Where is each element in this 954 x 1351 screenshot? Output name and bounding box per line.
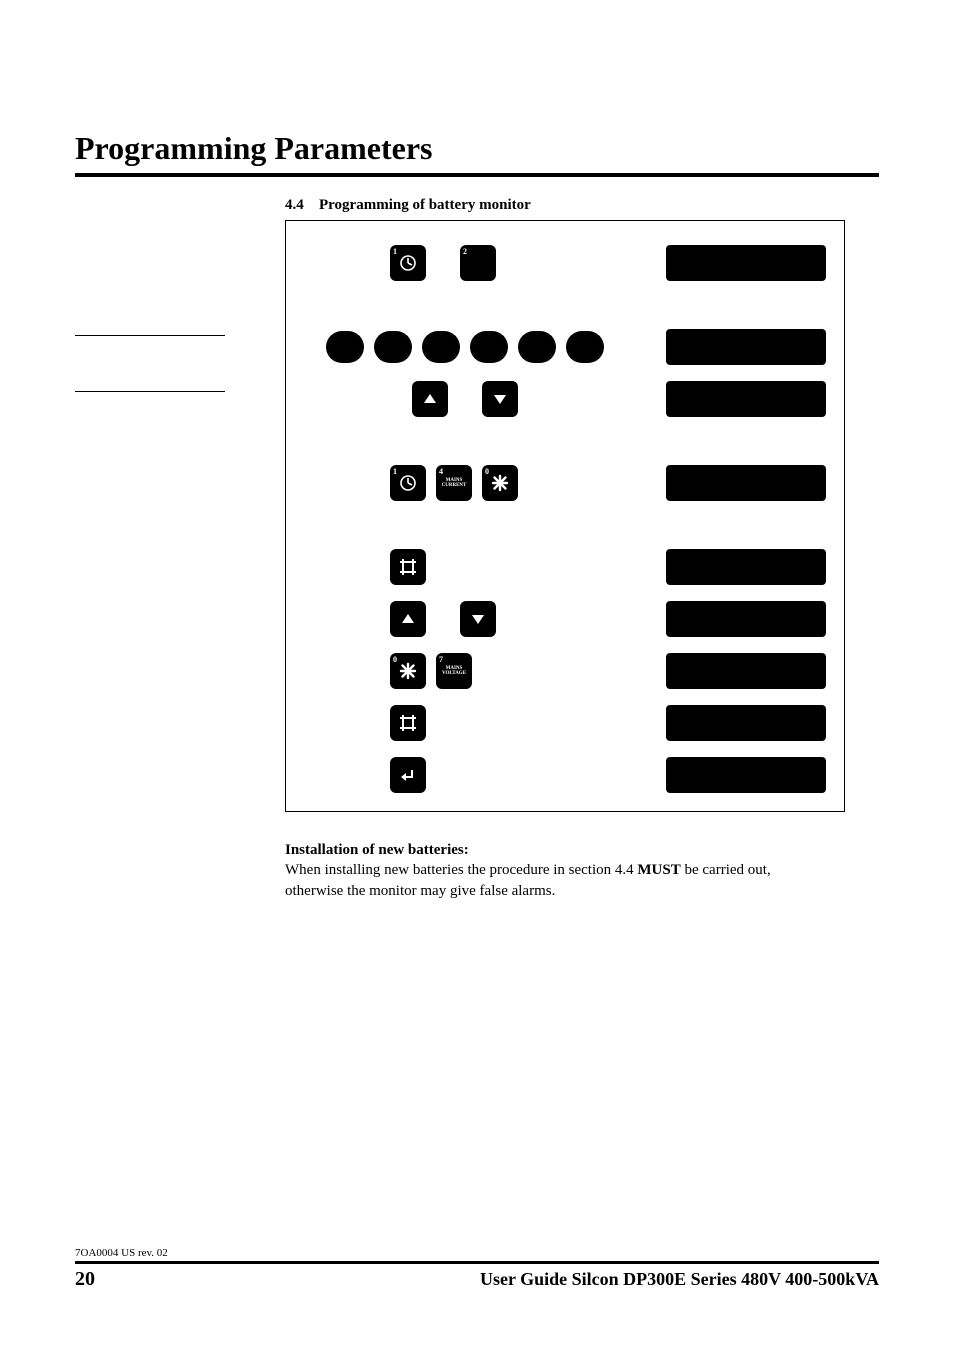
redacted-label — [666, 549, 826, 585]
key-sublabel: VOLTAGE — [442, 671, 466, 677]
left-margin-column — [75, 195, 285, 447]
key-corner-label: 4 — [439, 467, 443, 476]
key-sublabel: CURRENT — [442, 483, 467, 489]
key-pill — [566, 331, 604, 363]
body-paragraph: Installation of new batteries: When inst… — [285, 840, 845, 901]
frame-icon — [398, 713, 418, 733]
margin-rule-1 — [75, 335, 225, 336]
body-line: be carried out, — [681, 862, 771, 878]
key-blank-2: 2 — [460, 245, 496, 281]
key-mains-voltage: 7 MAINS VOLTAGE — [436, 653, 472, 689]
clock-icon — [399, 474, 417, 492]
key-pill — [422, 331, 460, 363]
body-emphasis: MUST — [637, 862, 680, 878]
redacted-label — [666, 465, 826, 501]
key-arrow-up — [412, 381, 448, 417]
redacted-label — [666, 653, 826, 689]
section-title: Programming of battery monitor — [319, 197, 531, 214]
redacted-label — [666, 381, 826, 417]
redacted-label — [666, 757, 826, 793]
page-heading: Programming Parameters — [75, 130, 879, 167]
key-frame — [390, 705, 426, 741]
key-clock: 1 — [390, 465, 426, 501]
arrow-up-icon — [399, 610, 417, 628]
footer-revision: 7OA0004 US rev. 02 — [75, 1247, 879, 1259]
key-corner-label: 0 — [485, 467, 489, 476]
key-star: 0 — [390, 653, 426, 689]
key-corner-label: 7 — [439, 655, 443, 664]
heading-rule — [75, 173, 879, 177]
key-arrow-down — [460, 601, 496, 637]
key-mains-current: 4 MAINS CURRENT — [436, 465, 472, 501]
section-heading: 4.4 Programming of battery monitor — [285, 197, 879, 214]
footer-doc-title: User Guide Silcon DP300E Series 480V 400… — [480, 1269, 879, 1290]
redacted-label — [666, 705, 826, 741]
key-corner-label: 0 — [393, 655, 397, 664]
enter-icon — [398, 765, 418, 785]
footer-rule — [75, 1261, 879, 1264]
star-icon — [399, 662, 417, 680]
section-number: 4.4 — [285, 197, 319, 214]
key-pill — [518, 331, 556, 363]
body-line: otherwise the monitor may give false ala… — [285, 883, 555, 899]
footer-page-number: 20 — [75, 1268, 95, 1291]
key-arrow-down — [482, 381, 518, 417]
clock-icon — [399, 254, 417, 272]
arrow-down-icon — [491, 390, 509, 408]
body-line: When installing new batteries the proced… — [285, 862, 637, 878]
key-pill — [326, 331, 364, 363]
body-subheading: Installation of new batteries: — [285, 842, 469, 858]
key-frame — [390, 549, 426, 585]
redacted-label — [666, 601, 826, 637]
key-corner-label: 1 — [393, 247, 397, 256]
star-icon — [491, 474, 509, 492]
key-clock: 1 — [390, 245, 426, 281]
redacted-label — [666, 245, 826, 281]
key-corner-label: 2 — [463, 247, 467, 256]
key-star: 0 — [482, 465, 518, 501]
key-pill — [470, 331, 508, 363]
arrow-down-icon — [469, 610, 487, 628]
frame-icon — [398, 557, 418, 577]
procedure-diagram: 1 2 — [285, 220, 845, 812]
arrow-up-icon — [421, 390, 439, 408]
margin-rule-2 — [75, 391, 225, 392]
key-arrow-up — [390, 601, 426, 637]
key-corner-label: 1 — [393, 467, 397, 476]
key-enter — [390, 757, 426, 793]
key-pill — [374, 331, 412, 363]
redacted-label — [666, 329, 826, 365]
